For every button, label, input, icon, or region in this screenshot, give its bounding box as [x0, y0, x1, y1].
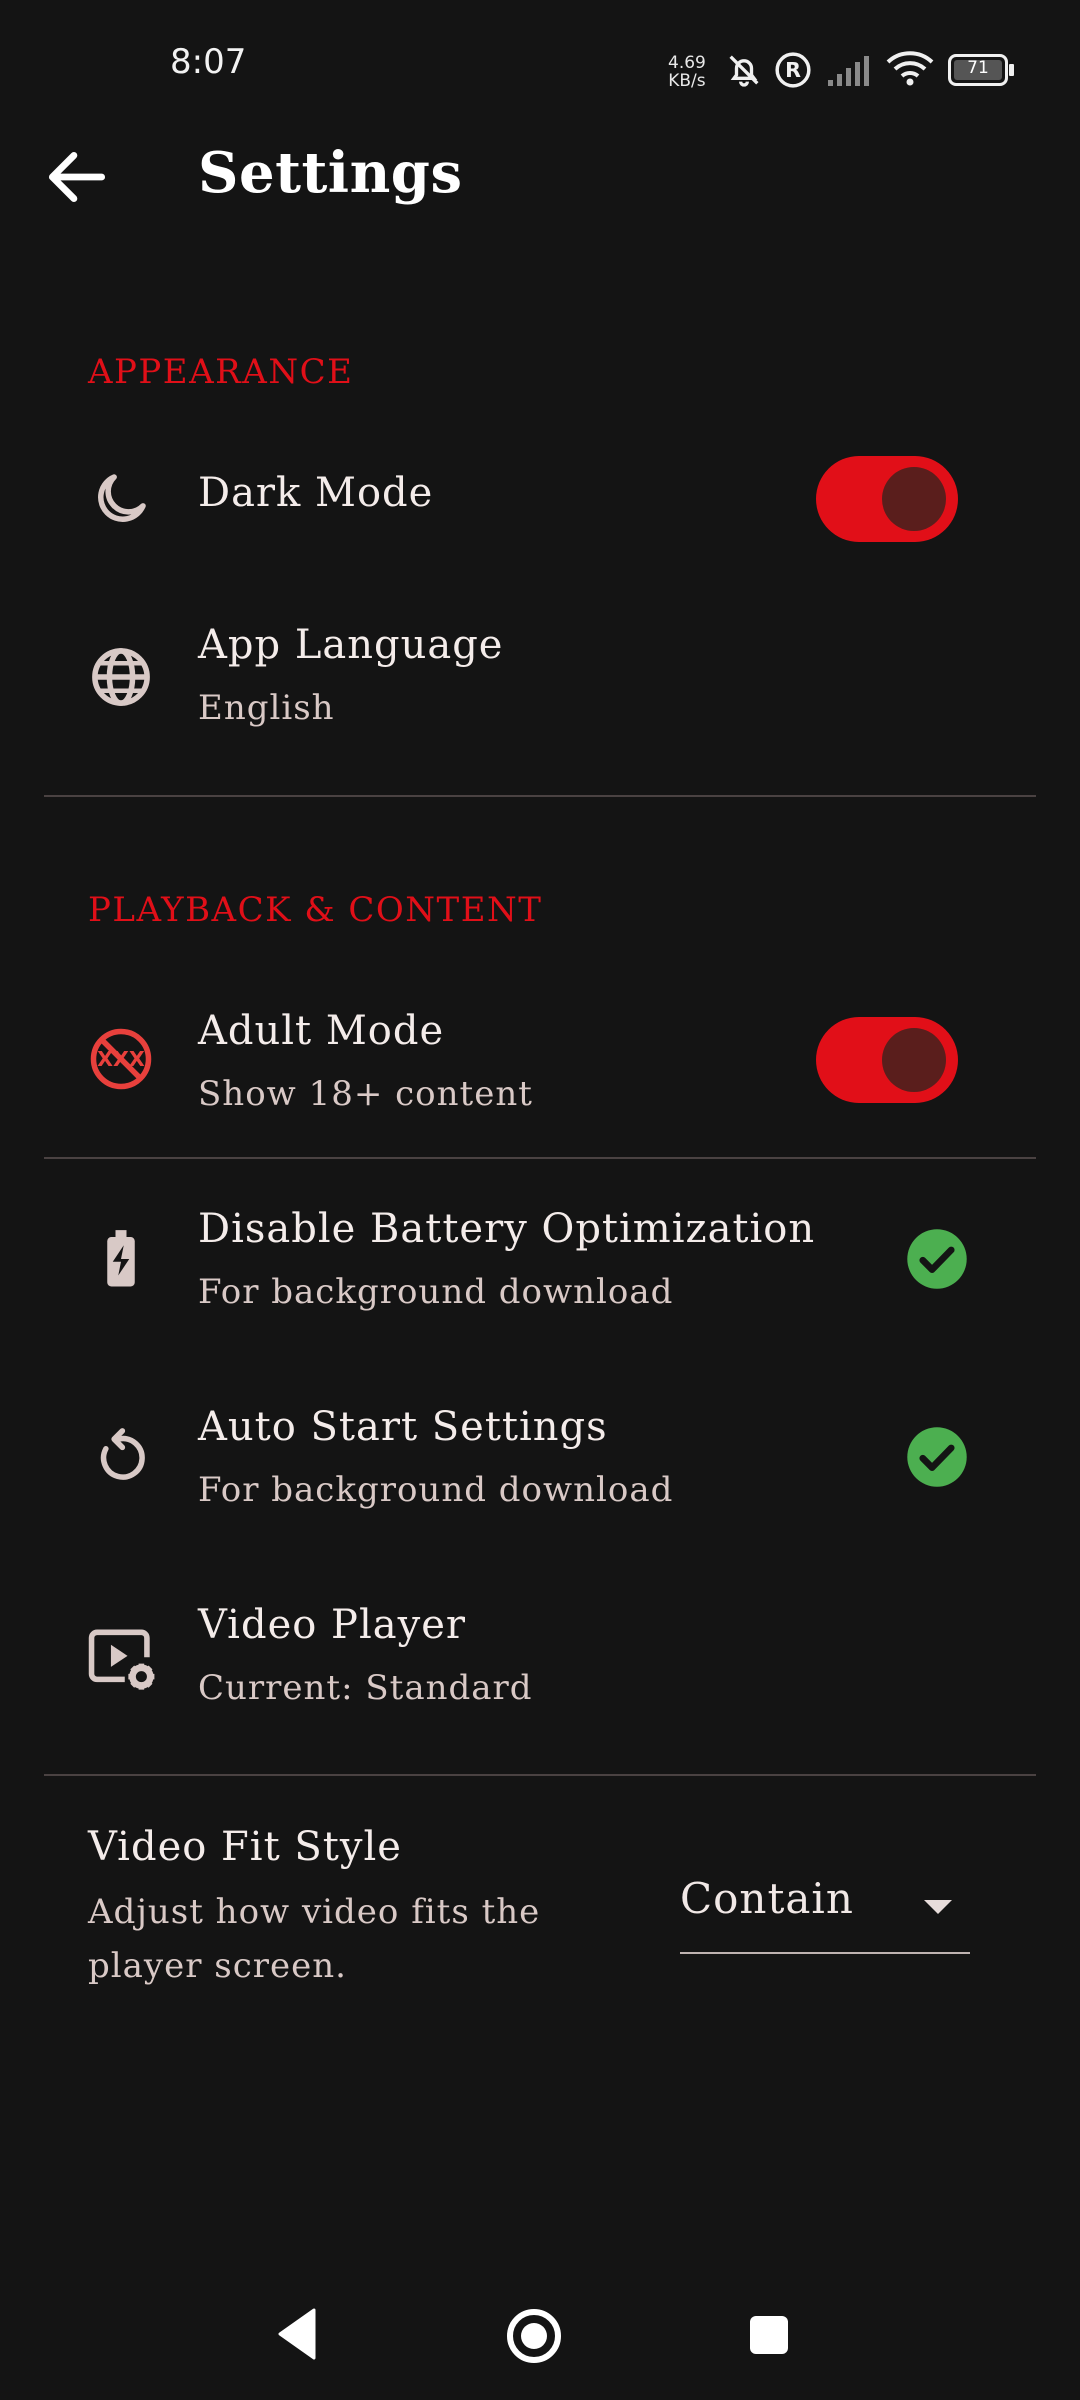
home-circle-icon[interactable]: [504, 2306, 564, 2366]
video-fit-dropdown[interactable]: Contain: [680, 1870, 970, 1954]
video-player-row[interactable]: [0, 1580, 1080, 1740]
video-fit-selected: Contain: [680, 1874, 854, 1923]
battery-opt-sub: For background download: [198, 1272, 674, 1312]
video-player-label: Video Player: [198, 1602, 466, 1648]
battery-opt-label: Disable Battery Optimization: [198, 1206, 816, 1252]
adult-mode-sub: Show 18+ content: [198, 1074, 533, 1114]
signal-icon: [828, 56, 869, 86]
auto-start-label: Auto Start Settings: [198, 1404, 608, 1450]
net-speed-unit: KB/s: [668, 71, 706, 91]
check-circle-icon: [907, 1229, 967, 1289]
refresh-icon: [100, 1428, 145, 1480]
battery-level: 71: [967, 58, 989, 78]
xxx-icon: XXX: [90, 1028, 152, 1090]
app-language-row[interactable]: [0, 600, 1080, 760]
video-fit-sub-line1: Adjust how video fits the: [88, 1892, 541, 1932]
video-player-sub: Current: Standard: [198, 1668, 533, 1708]
svg-text:R: R: [785, 58, 801, 82]
dark-mode-label: Dark Mode: [198, 470, 434, 516]
section-playback: PLAYBACK & CONTENT: [88, 890, 543, 930]
battery-charging-icon: [107, 1230, 135, 1287]
net-speed-value: 4.69: [668, 53, 706, 73]
app-language-value: English: [198, 688, 335, 728]
back-arrow-icon[interactable]: [40, 140, 114, 214]
bell-off-icon: [729, 55, 759, 87]
moon-icon: [98, 474, 146, 522]
recents-square-icon[interactable]: [746, 2312, 792, 2358]
dark-mode-toggle[interactable]: [816, 456, 958, 542]
video-settings-icon: [88, 1629, 155, 1690]
app-language-label: App Language: [198, 622, 504, 668]
adult-mode-toggle[interactable]: [816, 1017, 958, 1103]
dropdown-arrow-icon: [924, 1900, 952, 1914]
battery-icon: 71: [948, 54, 1014, 86]
toggle-knob: [882, 1028, 946, 1092]
video-fit-label: Video Fit Style: [88, 1824, 402, 1870]
toggle-knob: [882, 467, 946, 531]
video-fit-sub-line2: player screen.: [88, 1946, 347, 1986]
net-speed: 4.69 KB/s: [668, 54, 706, 90]
divider: [44, 1157, 1036, 1159]
status-time: 8:07: [170, 42, 247, 82]
registered-icon: R: [775, 52, 811, 88]
divider: [44, 795, 1036, 797]
check-circle-icon: [907, 1427, 967, 1487]
auto-start-sub: For background download: [198, 1470, 674, 1510]
page-title: Settings: [198, 140, 463, 206]
globe-icon: [92, 648, 150, 706]
section-appearance: APPEARANCE: [88, 352, 354, 392]
back-triangle-icon[interactable]: [272, 2306, 322, 2362]
wifi-icon: [886, 51, 934, 86]
adult-mode-label: Adult Mode: [198, 1008, 445, 1054]
divider: [44, 1774, 1036, 1776]
svg-text:XXX: XXX: [97, 1047, 145, 1071]
